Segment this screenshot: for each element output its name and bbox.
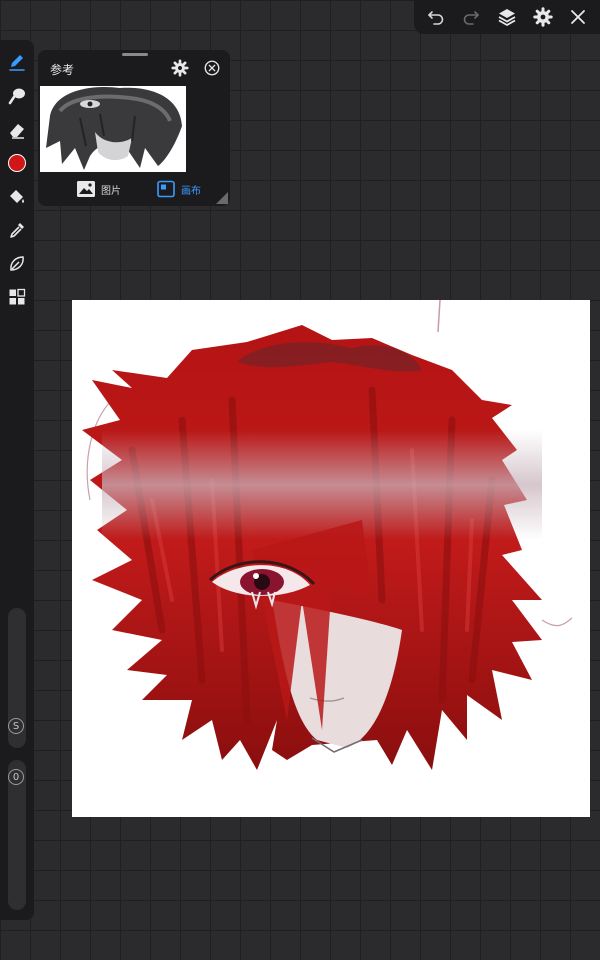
redo-icon — [464, 11, 480, 25]
canvas-tab-label: 画布 — [181, 185, 201, 197]
smudge-tool[interactable] — [5, 84, 29, 108]
tool-rail: S 0 — [0, 40, 34, 920]
image-icon — [77, 181, 95, 197]
canvas-icon — [157, 180, 175, 198]
close-button[interactable] — [565, 4, 591, 30]
settings-icon — [532, 7, 553, 27]
fill-bucket-icon — [10, 190, 24, 203]
eyedropper-icon — [10, 223, 24, 238]
image-tab-label: 图片 — [101, 185, 121, 197]
undo-icon — [427, 11, 444, 25]
artwork — [82, 300, 573, 770]
pen-tool[interactable] — [5, 50, 29, 74]
lasso-icon — [10, 256, 24, 271]
opacity-slider-label: 0 — [8, 769, 24, 785]
top-toolbar — [414, 0, 600, 34]
panel-resize-grip[interactable] — [216, 192, 228, 204]
drawing-canvas[interactable] — [72, 300, 590, 817]
close-icon — [571, 10, 586, 24]
lasso-tool[interactable] — [5, 252, 29, 276]
eraser-tool[interactable] — [5, 118, 29, 142]
redo-button[interactable] — [458, 4, 484, 30]
size-slider-label: S — [8, 718, 24, 734]
close-circle-icon[interactable] — [203, 59, 221, 77]
color-swatch-button[interactable] — [5, 151, 29, 175]
fill-tool[interactable] — [5, 185, 29, 209]
reference-canvas-tab[interactable]: 画布 — [156, 180, 201, 198]
layers-icon — [498, 9, 516, 26]
pen-icon — [9, 55, 25, 71]
panel-drag-handle[interactable] — [122, 53, 148, 56]
reference-image-tab[interactable]: 图片 — [76, 180, 121, 198]
smudge-icon — [8, 88, 25, 105]
grid-tool[interactable] — [5, 285, 29, 309]
color-swatch — [8, 154, 26, 172]
reference-thumbnail — [40, 86, 186, 172]
reference-panel: 参考 图片 画布 — [38, 50, 230, 206]
eraser-icon — [10, 124, 24, 139]
settings-icon[interactable] — [171, 59, 189, 77]
layers-button[interactable] — [494, 4, 520, 30]
settings-button[interactable] — [530, 4, 556, 30]
eyedropper-tool[interactable] — [5, 218, 29, 242]
undo-button[interactable] — [423, 4, 449, 30]
grid-icon — [9, 288, 26, 305]
reference-title: 参考 — [50, 63, 75, 77]
